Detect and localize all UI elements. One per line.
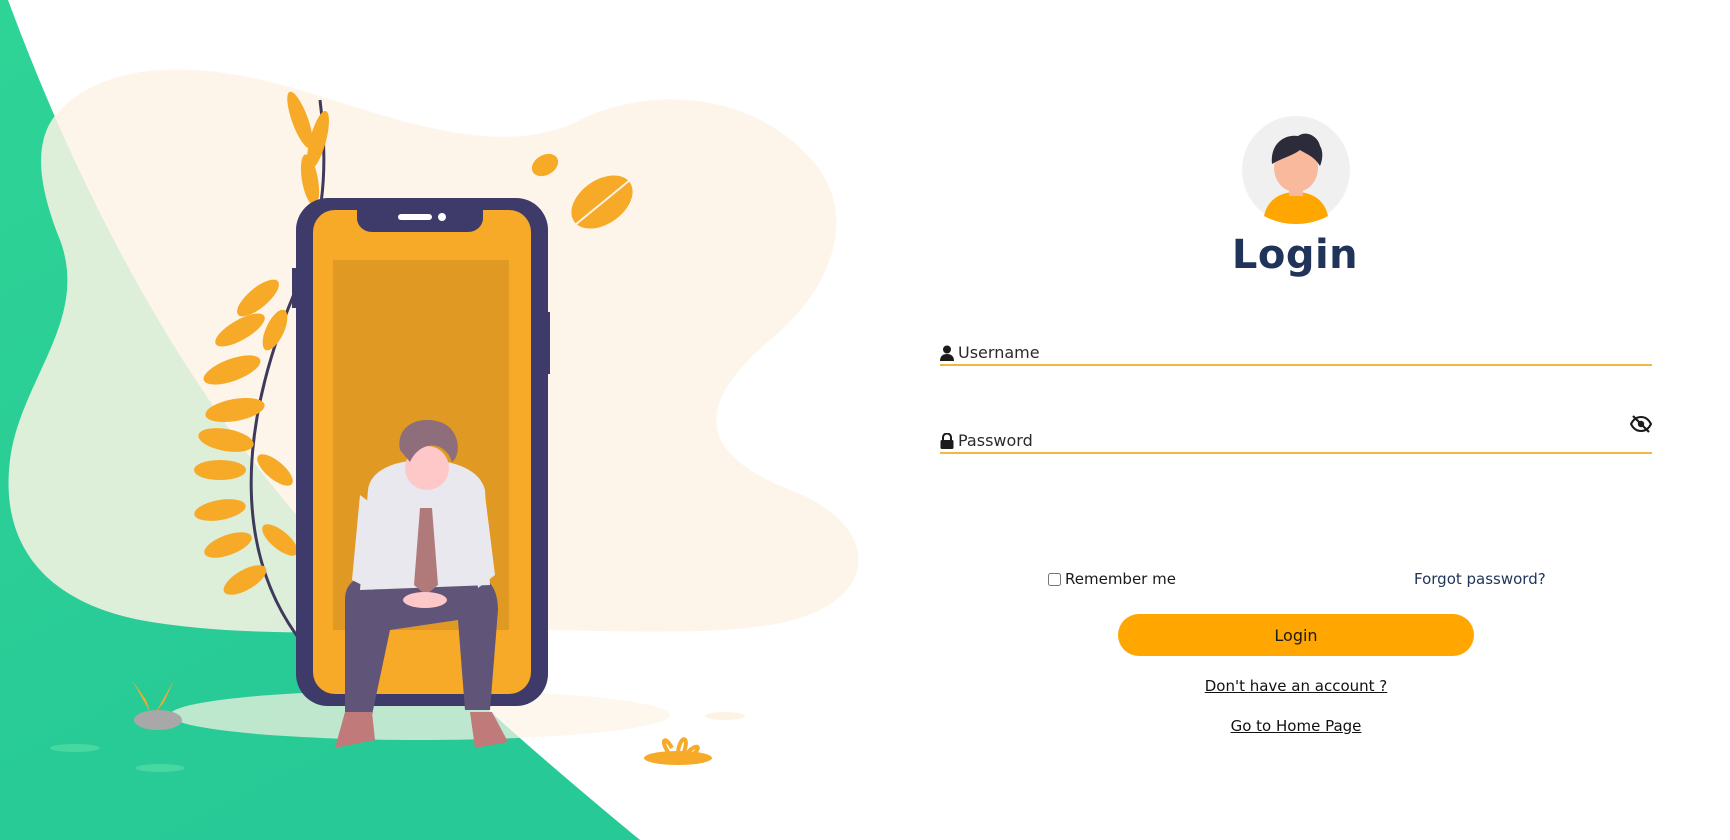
hero-illustration — [8, 69, 859, 772]
remember-me-label: Remember me — [1065, 570, 1176, 588]
username-label-text: Username — [958, 343, 1040, 362]
remember-me-checkbox[interactable] — [1048, 572, 1061, 586]
eye-slash-icon[interactable] — [1630, 414, 1652, 434]
remember-me[interactable]: Remember me — [1048, 570, 1176, 588]
login-button[interactable]: Login — [1118, 614, 1474, 656]
lock-icon — [940, 432, 954, 449]
signup-link[interactable]: Don't have an account ? — [940, 677, 1652, 695]
password-input[interactable] — [940, 414, 1622, 452]
username-input[interactable] — [940, 326, 1622, 364]
login-form-panel: Login Username Password Remember me Forg… — [940, 0, 1652, 840]
password-label-text: Password — [958, 431, 1033, 450]
username-label: Username — [940, 343, 1040, 362]
avatar — [1242, 116, 1350, 224]
page-title: Login — [1231, 232, 1359, 278]
password-field[interactable]: Password — [940, 414, 1652, 454]
user-icon — [940, 345, 954, 361]
forgot-password-link[interactable]: Forgot password? — [1414, 570, 1546, 588]
username-field[interactable]: Username — [940, 326, 1652, 366]
password-label: Password — [940, 431, 1033, 450]
home-page-link[interactable]: Go to Home Page — [940, 717, 1652, 735]
